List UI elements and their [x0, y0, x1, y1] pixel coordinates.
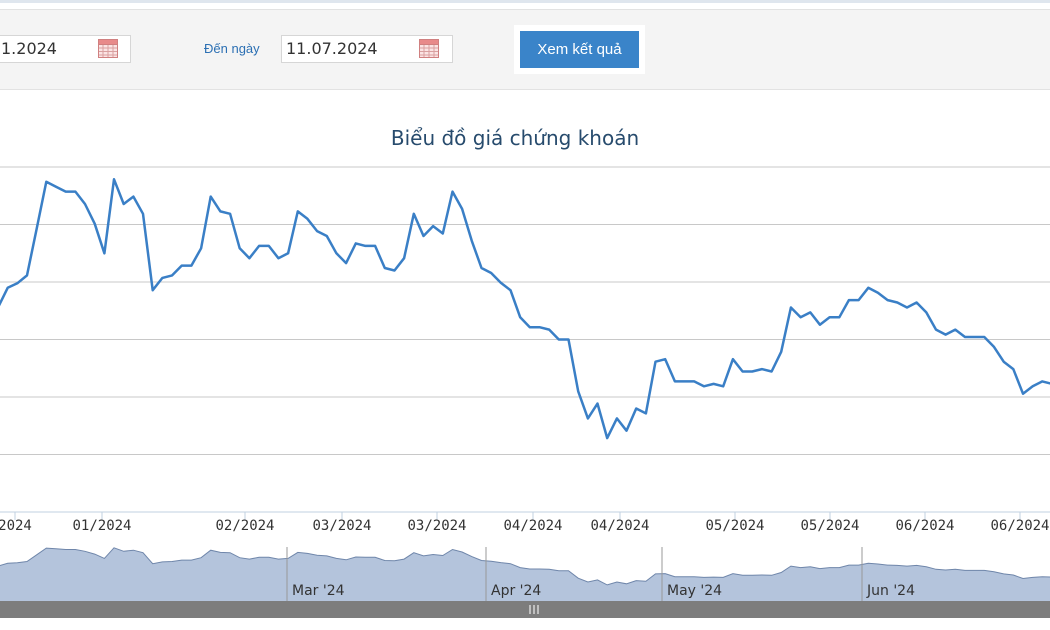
navigator-month-label: Apr '24 — [491, 583, 541, 599]
navigator-month-label: Mar '24 — [292, 583, 345, 599]
price-chart: 2024 01/2024 02/2024 03/2024 03/2024 04/2024 0… — [0, 166, 1050, 618]
x-tick-label: 04/2024 — [590, 518, 649, 534]
x-tick-label: 05/2024 — [800, 518, 859, 534]
x-tick-label: 01/2024 — [72, 518, 131, 534]
x-tick-label: 06/2024 — [990, 518, 1049, 534]
x-tick-label: 03/2024 — [407, 518, 466, 534]
x-tick-label: 2024 — [0, 518, 32, 534]
x-tick-label: 06/2024 — [895, 518, 954, 534]
x-tick-label: 04/2024 — [503, 518, 562, 534]
price-series-line — [0, 178, 1050, 440]
navigator-month-label: May '24 — [667, 583, 722, 599]
x-tick-label: 05/2024 — [705, 518, 764, 534]
scrollbar-track[interactable] — [0, 601, 1050, 618]
x-tick-label: 02/2024 — [215, 518, 274, 534]
x-tick-label: 03/2024 — [312, 518, 371, 534]
navigator-month-label: Jun '24 — [866, 583, 915, 599]
